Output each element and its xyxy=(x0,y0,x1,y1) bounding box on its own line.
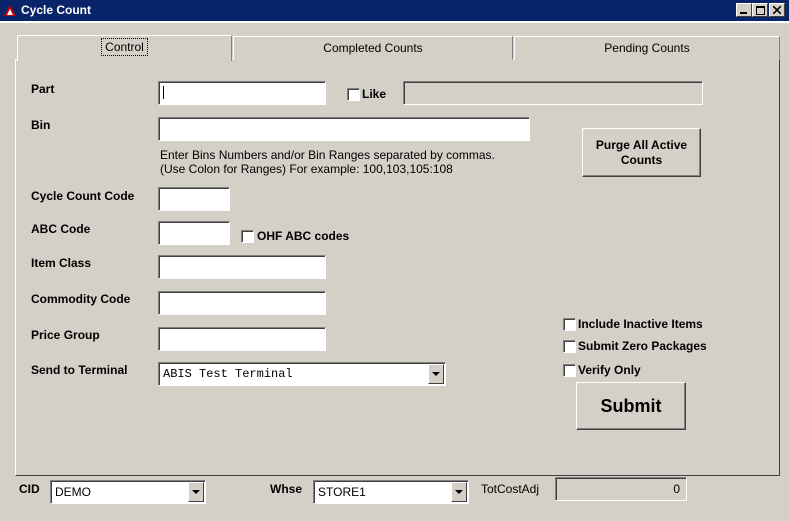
send-to-terminal-value: ABIS Test Terminal xyxy=(163,367,293,381)
window-title: Cycle Count xyxy=(21,3,92,17)
include-inactive-items-checkbox[interactable] xyxy=(563,318,576,331)
item-class-input[interactable] xyxy=(158,255,326,279)
cid-dropdown-button[interactable] xyxy=(188,482,204,502)
whse-value: STORE1 xyxy=(318,485,366,499)
close-icon xyxy=(773,6,781,14)
ohf-abc-codes-label: OHF ABC codes xyxy=(257,229,350,243)
chevron-down-icon xyxy=(192,489,200,494)
totcostadj-value: 0 xyxy=(555,477,687,501)
maximize-icon xyxy=(755,5,765,15)
submit-button[interactable]: Submit xyxy=(576,382,686,430)
send-to-terminal-label: Send to Terminal xyxy=(31,363,128,377)
like-input[interactable] xyxy=(403,81,703,105)
tab-pending-counts-label: Pending Counts xyxy=(604,41,690,55)
cid-value: DEMO xyxy=(55,485,91,499)
chevron-down-icon xyxy=(432,371,440,376)
tab-pending-counts[interactable]: Pending Counts xyxy=(514,36,780,60)
send-to-terminal-select[interactable]: ABIS Test Terminal xyxy=(158,362,446,386)
bin-input[interactable] xyxy=(158,117,530,141)
tab-control[interactable]: Control xyxy=(17,35,232,61)
whse-dropdown-button[interactable] xyxy=(451,482,467,502)
cycle-count-code-label: Cycle Count Code xyxy=(31,189,135,203)
bin-label: Bin xyxy=(31,118,51,132)
send-to-terminal-dropdown-button[interactable] xyxy=(428,364,444,384)
minimize-button[interactable] xyxy=(736,3,752,17)
whse-label: Whse xyxy=(270,482,303,496)
part-input[interactable] xyxy=(158,81,326,105)
bin-hint-1: Enter Bins Numbers and/or Bin Ranges sep… xyxy=(160,148,495,162)
submit-zero-packages-checkbox[interactable] xyxy=(563,340,576,353)
tab-completed-counts[interactable]: Completed Counts xyxy=(233,36,513,60)
ohf-abc-codes-checkbox[interactable] xyxy=(241,230,254,243)
maximize-button[interactable] xyxy=(752,3,768,17)
price-group-label: Price Group xyxy=(31,328,100,342)
frame-edge xyxy=(0,21,789,23)
chevron-down-icon xyxy=(455,489,463,494)
part-label: Part xyxy=(31,82,55,96)
close-button[interactable] xyxy=(769,3,785,17)
abc-code-input[interactable] xyxy=(158,221,230,245)
verify-only-label: Verify Only xyxy=(578,363,641,377)
cid-label: CID xyxy=(19,482,40,496)
app-icon xyxy=(4,5,16,16)
totcostadj-label: TotCostAdj xyxy=(481,482,540,496)
tab-completed-counts-label: Completed Counts xyxy=(323,41,423,55)
abc-code-label: ABC Code xyxy=(31,222,91,236)
include-inactive-items-label: Include Inactive Items xyxy=(578,317,703,331)
whse-select[interactable]: STORE1 xyxy=(313,480,469,504)
item-class-label: Item Class xyxy=(31,256,92,270)
cid-select[interactable]: DEMO xyxy=(50,480,206,504)
commodity-code-input[interactable] xyxy=(158,291,326,315)
commodity-code-label: Commodity Code xyxy=(31,292,131,306)
purge-all-active-counts-button[interactable]: Purge All Active Counts xyxy=(582,128,701,177)
submit-zero-packages-label: Submit Zero Packages xyxy=(578,339,707,353)
like-label: Like xyxy=(362,87,387,101)
tab-control-label: Control xyxy=(101,38,148,56)
price-group-input[interactable] xyxy=(158,327,326,351)
cycle-count-code-input[interactable] xyxy=(158,187,230,211)
bin-hint-2: (Use Colon for Ranges) For example: 100,… xyxy=(160,162,453,176)
minimize-icon xyxy=(740,12,747,14)
verify-only-checkbox[interactable] xyxy=(563,364,576,377)
title-bar: Cycle Count xyxy=(0,0,789,21)
like-checkbox[interactable] xyxy=(347,88,360,101)
